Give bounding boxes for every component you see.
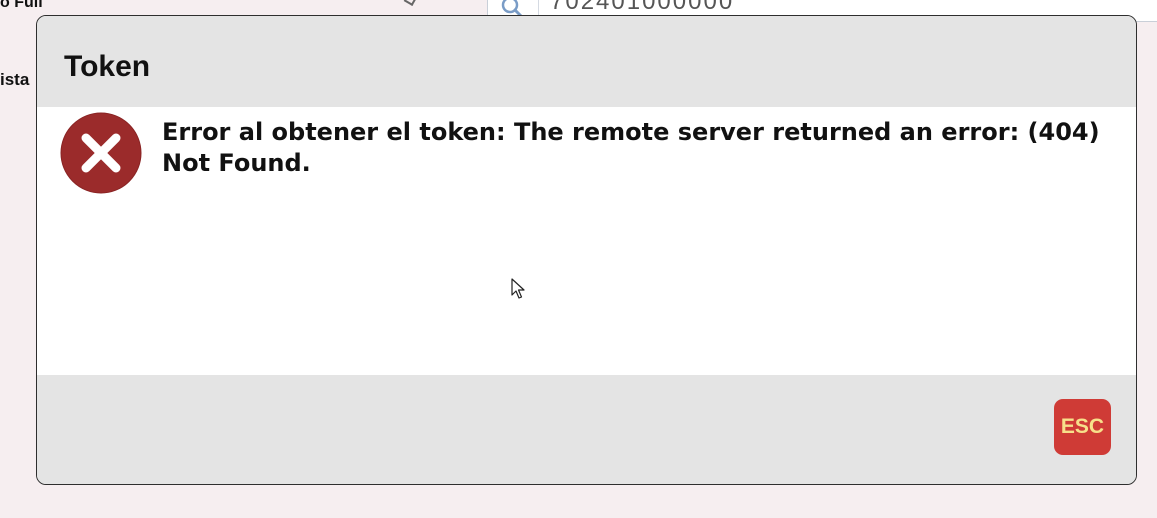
esc-button[interactable]: ESC: [1054, 399, 1111, 455]
error-dialog: Token Error al obtener el token: The rem…: [36, 15, 1137, 485]
background-side-label: ista: [0, 70, 30, 89]
search-value[interactable]: 702401000000: [550, 0, 734, 16]
dialog-header: Token: [37, 16, 1136, 107]
error-message: Error al obtener el token: The remote se…: [162, 118, 1100, 177]
dialog-title: Token: [64, 50, 151, 83]
dialog-footer: [37, 375, 1136, 484]
app-window: o Full ista 702401000000 Token Error al …: [0, 0, 1157, 518]
background-field-label: o Full: [0, 0, 43, 11]
background-check-mark: [403, 0, 417, 6]
error-icon: [60, 112, 142, 194]
mouse-cursor-icon: [511, 278, 525, 299]
